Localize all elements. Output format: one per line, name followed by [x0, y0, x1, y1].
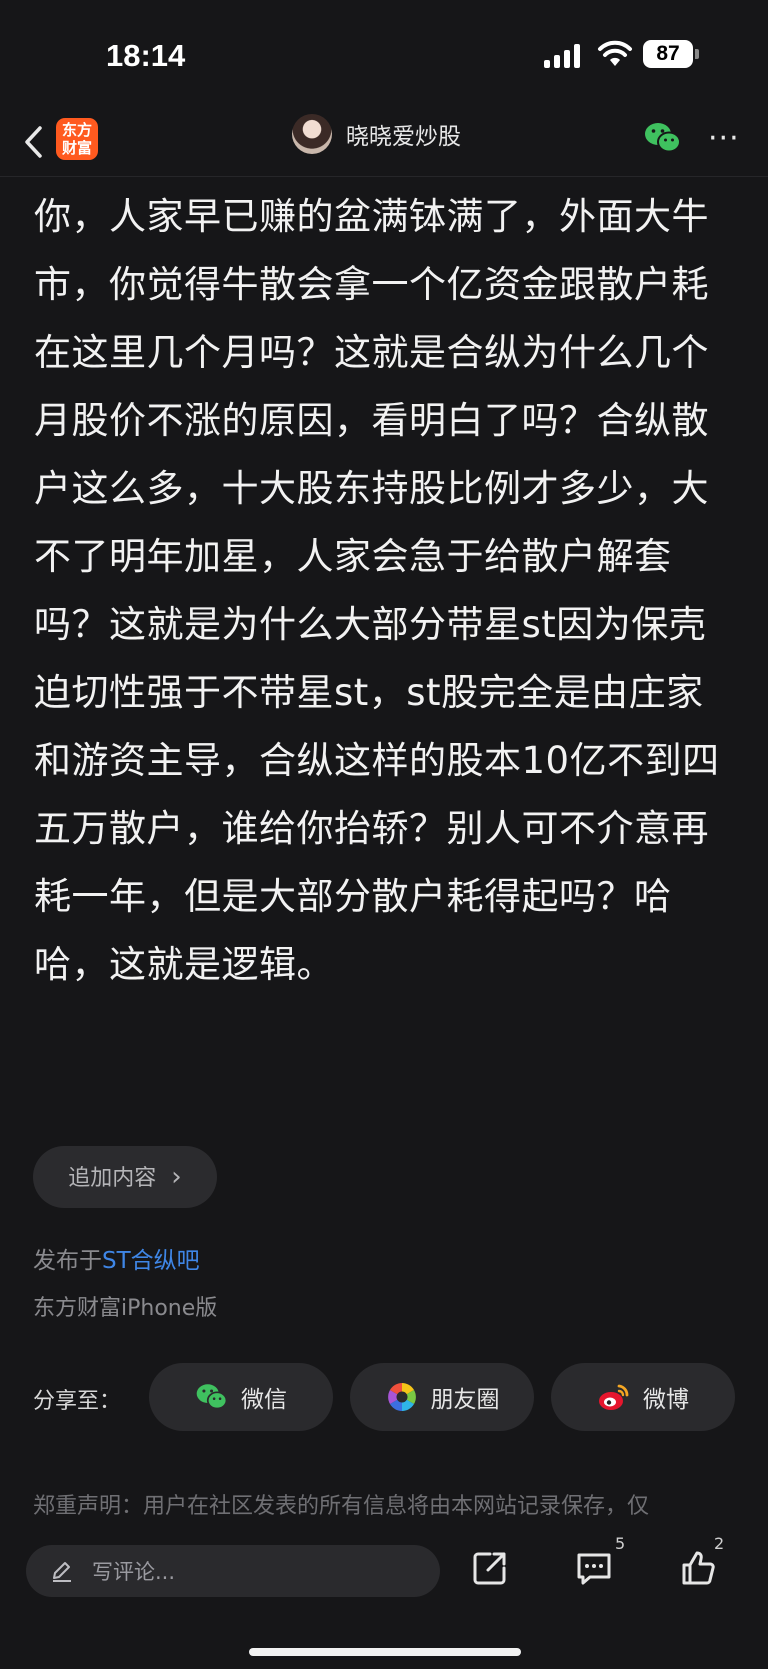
author-info[interactable]: 晓晓爱炒股: [292, 114, 461, 154]
append-content-label: 追加内容: [68, 1166, 157, 1191]
share-moments-button[interactable]: 朋友圈: [350, 1363, 534, 1431]
wechat-icon: [196, 1384, 228, 1410]
cellular-signal-icon: [544, 44, 580, 68]
status-time: 18:14: [106, 38, 186, 73]
comment-input[interactable]: 写评论...: [26, 1545, 440, 1597]
battery-indicator: 87: [643, 40, 699, 68]
home-indicator: [249, 1648, 521, 1656]
forum-link[interactable]: ST合纵吧: [102, 1248, 200, 1274]
posted-prefix: 发布于: [33, 1248, 102, 1274]
thumbs-up-icon[interactable]: [678, 1548, 718, 1588]
logo-text-line1: 东方: [61, 121, 92, 139]
chevron-right-icon: ›: [171, 1162, 182, 1192]
author-avatar[interactable]: [292, 114, 332, 154]
share-wechat-button[interactable]: 微信: [149, 1363, 333, 1431]
nav-bar: 东方 财富 晓晓爱炒股 ···: [0, 110, 768, 177]
share-wechat-label: 微信: [241, 1387, 287, 1413]
more-options-icon[interactable]: ···: [708, 121, 740, 156]
posted-in: 发布于ST合纵吧: [33, 1241, 200, 1275]
moments-icon: [387, 1383, 416, 1411]
like-count: 2: [714, 1534, 725, 1553]
wechat-icon[interactable]: [643, 120, 683, 156]
wifi-icon: [598, 40, 632, 66]
pen-icon: [53, 1562, 71, 1582]
comment-placeholder: 写评论...: [92, 1560, 176, 1584]
share-icon[interactable]: [470, 1548, 510, 1588]
share-label: 分享至：: [33, 1389, 122, 1414]
comment-count: 5: [615, 1534, 626, 1553]
comment-icon[interactable]: [574, 1548, 614, 1588]
weibo-icon: [599, 1384, 629, 1410]
status-bar: 18:14 87: [0, 0, 768, 110]
back-chevron-icon[interactable]: [20, 122, 50, 162]
share-weibo-label: 微博: [643, 1387, 689, 1413]
post-content: 你，人家早已赚的盆满钵满了，外面大牛市，你觉得牛散会拿一个亿资金跟散户耗在这里几…: [34, 195, 720, 986]
append-content-button[interactable]: 追加内容 ›: [33, 1146, 217, 1208]
client-source: 东方财富iPhone版: [33, 1296, 218, 1321]
logo-text-line2: 财富: [61, 139, 92, 157]
disclaimer-text: 郑重声明：用户在社区发表的所有信息将由本网站记录保存，仅: [33, 1494, 650, 1519]
bottom-action-bar: 写评论... 5 2: [0, 1526, 768, 1669]
app-logo[interactable]: 东方 财富: [56, 118, 98, 160]
share-weibo-button[interactable]: 微博: [551, 1363, 735, 1431]
share-moments-label: 朋友圈: [430, 1387, 500, 1413]
author-name[interactable]: 晓晓爱炒股: [346, 117, 461, 151]
